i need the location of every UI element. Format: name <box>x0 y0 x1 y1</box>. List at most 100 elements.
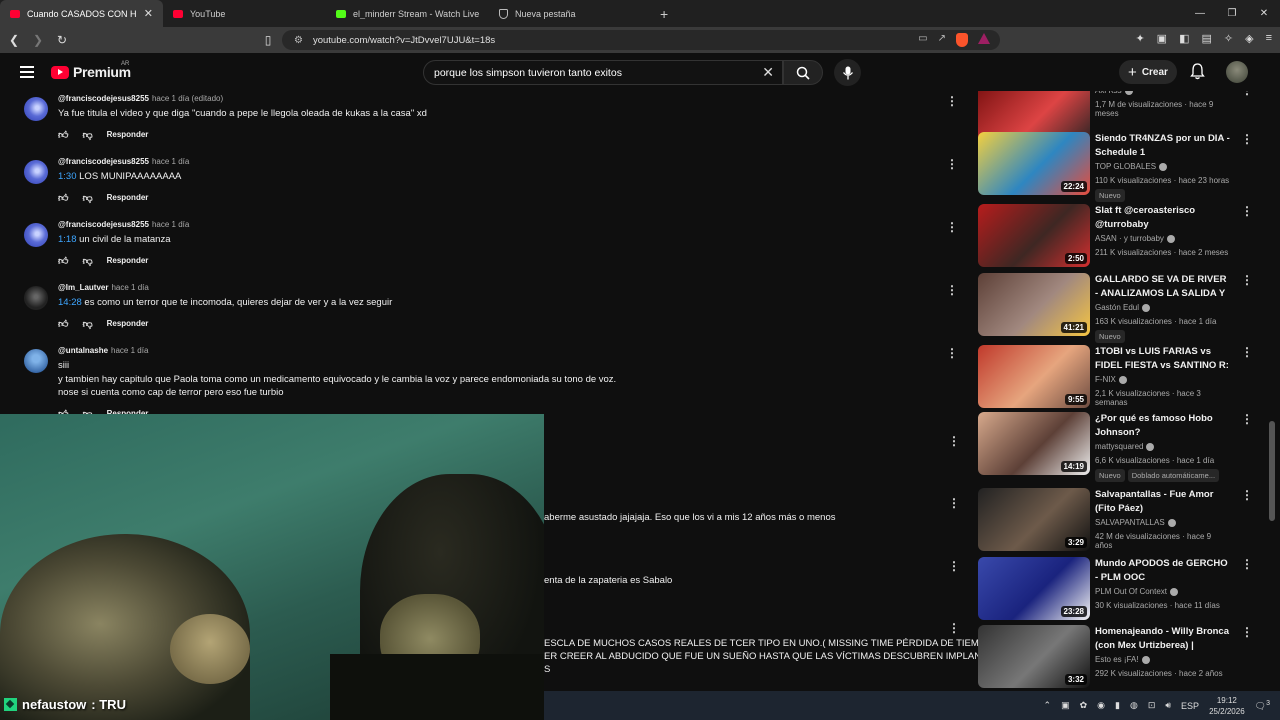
thumbs-down-icon[interactable]: 👎︎ <box>82 129 92 141</box>
tray-app-icon[interactable]: ◉ <box>1097 700 1105 711</box>
close-window-button[interactable]: ✕ <box>1248 0 1280 27</box>
avatar[interactable] <box>24 160 48 184</box>
video-title[interactable]: Homenajeando - Willy Bronca (con Mex Urt… <box>1095 625 1230 652</box>
more-options-icon[interactable]: ⋮ <box>946 94 958 108</box>
address-bar[interactable]: ⚙ youtube.com/watch?v=JtDvvel7UJU&t=18s … <box>282 30 1000 50</box>
more-options-icon[interactable]: ⋮ <box>1241 625 1253 639</box>
leo-icon[interactable]: ✧ <box>1224 32 1233 45</box>
video-thumbnail[interactable]: 2:50 <box>978 204 1090 267</box>
forward-icon[interactable]: ❯ <box>28 33 48 47</box>
reply-button[interactable]: Responder <box>107 319 149 328</box>
video-thumbnail[interactable]: 9:55 <box>978 345 1090 408</box>
video-thumbnail[interactable]: 22:24 <box>978 132 1090 195</box>
more-options-icon[interactable]: ⋮ <box>946 220 958 234</box>
chevron-up-icon[interactable]: ⌃ <box>1044 700 1052 711</box>
menu-icon[interactable] <box>20 66 34 81</box>
comment-author[interactable]: @franciscodejesus8255 <box>58 220 149 229</box>
video-channel[interactable]: Axl Kss <box>1095 91 1230 95</box>
avatar[interactable] <box>24 349 48 373</box>
video-card[interactable]: 41:21 GALLARDO SE VA DE RIVER - ANALIZAMO… <box>978 273 1253 343</box>
reply-button[interactable]: Responder <box>107 130 149 139</box>
more-options-icon[interactable]: ⋮ <box>1241 132 1253 146</box>
youtube-logo[interactable]: Premium AR <box>51 61 131 80</box>
voice-search-button[interactable] <box>834 59 861 86</box>
video-thumbnail[interactable]: 41:21 <box>978 273 1090 336</box>
thumbs-up-icon[interactable]: 👍︎ <box>58 192 68 204</box>
network-icon[interactable]: ⊡ <box>1148 700 1156 711</box>
more-options-icon[interactable]: ⋮ <box>946 157 958 171</box>
brave-rewards-icon[interactable] <box>978 33 990 44</box>
video-channel[interactable]: TOP GLOBALES <box>1095 162 1230 171</box>
reload-icon[interactable]: ↻ <box>52 33 72 47</box>
more-options-icon[interactable]: ⋮ <box>948 434 960 448</box>
menu-icon[interactable]: ≡ <box>1266 32 1272 45</box>
bookmark-icon[interactable]: ▯ <box>258 33 278 47</box>
comment-time[interactable]: hace 1 día <box>152 220 189 229</box>
video-card[interactable]: 2:50 Slat ft @ceroasterisco @turrobaby ASA… <box>978 204 1253 268</box>
wallet-icon[interactable]: ▤ <box>1201 32 1211 45</box>
timestamp-link[interactable]: 1:30 <box>58 171 77 182</box>
timestamp-link[interactable]: 1:18 <box>58 234 77 245</box>
video-thumbnail[interactable]: 23:28 <box>978 557 1090 620</box>
more-options-icon[interactable]: ⋮ <box>1241 273 1253 287</box>
clock[interactable]: 19:12 25/2/2026 <box>1209 695 1245 717</box>
video-channel[interactable]: PLM Out Of Context <box>1095 587 1230 596</box>
video-card[interactable]: 9:55 1TOBI vs LUIS FARIAS vs FIDEL FIESTA… <box>978 345 1253 409</box>
tray-app-icon[interactable]: ✿ <box>1080 700 1088 711</box>
thumbs-down-icon[interactable]: 👎︎ <box>82 192 92 204</box>
more-options-icon[interactable]: ⋮ <box>1241 412 1253 426</box>
video-card[interactable]: 3:29 Salvapantallas - Fue Amor (Fito Páez… <box>978 488 1253 552</box>
avatar[interactable] <box>24 97 48 121</box>
close-icon[interactable]: ✕ <box>144 7 153 20</box>
video-channel[interactable]: ASAN · y turrobaby <box>1095 234 1230 243</box>
share-icon[interactable]: ↗ <box>938 33 946 47</box>
comment-time[interactable]: hace 1 día <box>111 346 148 355</box>
minimize-button[interactable]: — <box>1184 0 1216 27</box>
more-options-icon[interactable]: ⋮ <box>946 283 958 297</box>
video-title[interactable]: GALLARDO SE VA DE RIVER - ANALIZAMOS LA … <box>1095 273 1230 300</box>
more-options-icon[interactable]: ⋮ <box>1241 557 1253 571</box>
tab-1[interactable]: YouTube <box>163 0 326 27</box>
site-info-icon[interactable]: ⚙ <box>294 35 303 46</box>
sidebar-icon[interactable]: ▣ <box>1157 32 1167 45</box>
video-card[interactable]: 22:24 Siendo TR4NZAS por un DIA - Schedul… <box>978 132 1253 202</box>
search-input[interactable]: porque los simpson tuvieron tanto exitos… <box>423 60 783 85</box>
tray-app-icon[interactable]: ◍ <box>1130 700 1138 711</box>
video-title[interactable]: Slat ft @ceroasterisco @turrobaby <box>1095 204 1230 231</box>
more-options-icon[interactable]: ⋮ <box>948 496 960 510</box>
more-options-icon[interactable]: ⋮ <box>948 621 960 635</box>
more-options-icon[interactable]: ⋮ <box>948 559 960 573</box>
video-title[interactable]: Mundo APODOS de GERCHO - PLM OOC <box>1095 557 1230 584</box>
video-title[interactable]: Salvapantallas - Fue Amor (Fito Páez) <box>1095 488 1230 515</box>
more-options-icon[interactable]: ⋮ <box>1241 345 1253 359</box>
video-title[interactable]: ¿Por qué es famoso Hobo Johnson? <box>1095 412 1230 439</box>
notifications-bell-icon[interactable] <box>1190 63 1205 80</box>
video-card[interactable]: 14:19 ¿Por qué es famoso Hobo Johnson? mat… <box>978 412 1253 482</box>
language-indicator[interactable]: ESP <box>1181 701 1199 711</box>
notification-center-icon[interactable]: 🗨︎3 <box>1255 700 1270 712</box>
video-thumbnail[interactable]: 14:19 <box>978 412 1090 475</box>
video-card[interactable]: 3:32 Homenajeando - Willy Bronca (con Mex… <box>978 625 1253 689</box>
back-icon[interactable]: ❮ <box>4 33 24 47</box>
brave-shields-icon[interactable] <box>956 33 968 47</box>
extensions-icon[interactable]: ✦ <box>1135 32 1144 45</box>
comment-author[interactable]: @franciscodejesus8255 <box>58 94 149 103</box>
video-channel[interactable]: F-NIX <box>1095 375 1230 384</box>
comment-author[interactable]: @untalnashe <box>58 346 108 355</box>
restore-button[interactable]: ❐ <box>1216 0 1248 27</box>
new-tab-button[interactable]: + <box>660 6 668 22</box>
tray-app-icon[interactable]: ▮ <box>1115 700 1120 711</box>
more-options-icon[interactable]: ⋮ <box>1241 204 1253 218</box>
page-scrollbar[interactable] <box>1268 91 1276 691</box>
thumbs-up-icon[interactable]: 👍︎ <box>58 318 68 330</box>
split-view-icon[interactable]: ◧ <box>1179 32 1189 45</box>
reply-button[interactable]: Responder <box>107 193 149 202</box>
comment-time[interactable]: hace 1 día (editado) <box>152 94 223 103</box>
more-options-icon[interactable]: ⋮ <box>946 346 958 360</box>
vpn-icon[interactable]: ◈ <box>1245 32 1253 45</box>
thumbs-up-icon[interactable]: 👍︎ <box>58 129 68 141</box>
video-card[interactable]: 23:28 Mundo APODOS de GERCHO - PLM OOC PLM… <box>978 557 1253 621</box>
cast-icon[interactable]: ▭ <box>918 33 927 47</box>
avatar[interactable] <box>24 286 48 310</box>
more-options-icon[interactable]: ⋮ <box>1241 91 1253 97</box>
